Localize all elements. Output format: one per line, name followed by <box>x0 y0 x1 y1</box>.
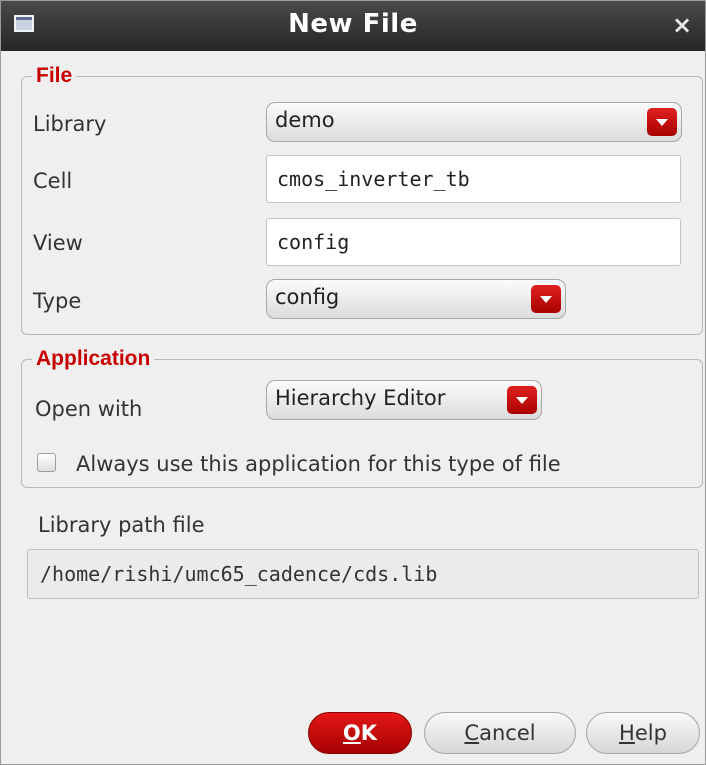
title-bar[interactable]: New File × <box>1 1 705 51</box>
open-with-dropdown[interactable]: Hierarchy Editor <box>266 380 542 420</box>
library-path-field: /home/rishi/umc65_cadence/cds.lib <box>27 549 699 599</box>
library-dropdown[interactable]: demo <box>266 102 682 142</box>
view-field[interactable]: config <box>266 218 681 266</box>
chevron-down-icon <box>507 386 537 414</box>
view-label: View <box>33 231 83 255</box>
cell-label: Cell <box>33 169 73 193</box>
ok-button[interactable]: OK <box>308 712 412 754</box>
chevron-down-icon <box>647 108 677 136</box>
close-icon[interactable]: × <box>669 11 695 39</box>
type-value: config <box>275 285 340 309</box>
always-use-label[interactable]: Always use this application for this typ… <box>76 452 561 476</box>
cancel-button[interactable]: Cancel <box>424 712 576 754</box>
library-value: demo <box>275 108 335 132</box>
chevron-down-icon <box>531 285 561 313</box>
application-group-legend: Application <box>36 347 151 370</box>
open-with-label: Open with <box>35 397 143 421</box>
help-mnemonic: H <box>619 721 635 745</box>
ok-mnemonic: O <box>342 721 361 745</box>
cancel-mnemonic: C <box>464 721 480 745</box>
type-label: Type <box>33 289 82 313</box>
ok-label: K <box>360 721 378 745</box>
help-label: elp <box>634 721 667 745</box>
type-dropdown[interactable]: config <box>266 279 566 319</box>
cancel-label: ancel <box>479 721 536 745</box>
library-label: Library <box>33 112 107 136</box>
library-path-label: Library path file <box>38 513 205 537</box>
always-use-checkbox[interactable] <box>37 453 56 472</box>
open-with-value: Hierarchy Editor <box>275 386 446 410</box>
help-button[interactable]: Help <box>586 712 700 754</box>
file-group-legend: File <box>36 64 73 87</box>
new-file-dialog: New File × File Library demo Cell cmos_i… <box>0 0 706 765</box>
cell-field[interactable]: cmos_inverter_tb <box>266 155 681 203</box>
dialog-title: New File <box>288 9 418 39</box>
